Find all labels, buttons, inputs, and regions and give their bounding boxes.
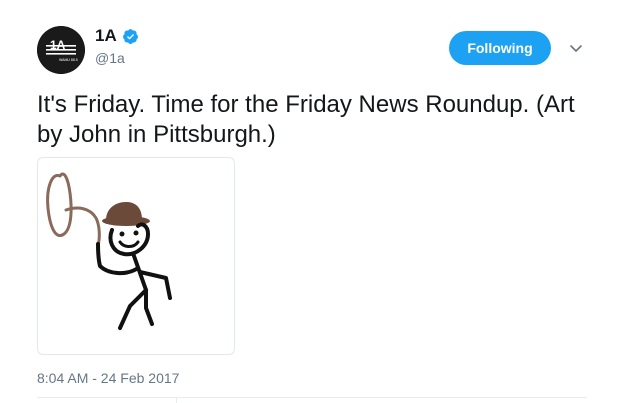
- avatar-subtext: WAMU 88.5: [59, 58, 78, 62]
- avatar-logo: 1A WAMU 88.5: [37, 26, 85, 74]
- display-name[interactable]: 1A: [95, 26, 117, 46]
- divider: [37, 397, 587, 398]
- tweet-text: It's Friday. Time for the Friday News Ro…: [37, 91, 575, 148]
- verified-badge-icon: [122, 28, 138, 44]
- divider-tick: [176, 397, 177, 403]
- avatar[interactable]: 1A WAMU 88.5: [37, 26, 85, 74]
- author-name-row[interactable]: 1A: [95, 26, 139, 46]
- chevron-down-icon[interactable]: [568, 40, 584, 56]
- avatar-text: 1A: [50, 38, 66, 52]
- tweet-timestamp[interactable]: 8:04 AM - 24 Feb 2017: [37, 370, 179, 386]
- tweet-card: 1A WAMU 88.5 1A @1a Following It's Frida…: [0, 0, 620, 403]
- following-button[interactable]: Following: [449, 31, 551, 65]
- stick-figure-cowboy-drawing: [46, 172, 172, 330]
- handle[interactable]: @1a: [95, 50, 125, 66]
- tweet-media-image[interactable]: [37, 157, 235, 355]
